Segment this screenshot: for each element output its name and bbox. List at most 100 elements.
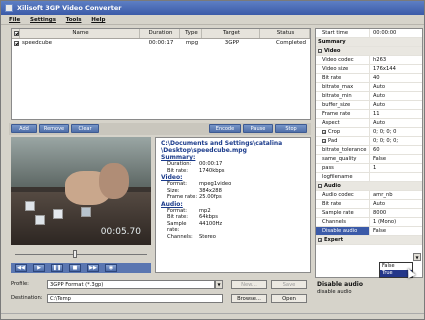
header-target[interactable]: Target (202, 29, 260, 38)
property-value[interactable]: 1 (370, 164, 422, 172)
collapse-icon[interactable]: - (318, 48, 322, 53)
property-row[interactable]: buffer_size Auto (316, 101, 422, 110)
property-value[interactable]: False (370, 227, 422, 235)
row-duration: 00:00:17 (148, 40, 174, 46)
stop-button[interactable]: Stop (275, 124, 307, 133)
stop-icon[interactable]: ■ (69, 264, 81, 272)
menu-file[interactable]: File (9, 15, 20, 25)
property-row[interactable]: Video codec h263 (316, 56, 422, 65)
property-name-text: Sample rate (322, 210, 354, 216)
property-value[interactable]: 8000 (370, 209, 422, 217)
property-row[interactable]: Audio codec amr_nb (316, 191, 422, 200)
property-name: Video codec (316, 56, 370, 64)
property-name-text: Pad (328, 138, 338, 144)
seek-handle[interactable] (72, 250, 77, 258)
property-value[interactable]: 176x144 (370, 65, 422, 73)
property-value[interactable]: h263 (370, 56, 422, 64)
save-profile-button[interactable]: Save (271, 280, 307, 289)
property-row[interactable]: Video size 176x144 (316, 65, 422, 74)
properties-grid: Start time 00:00:00 Summary - Video Video cod… (315, 28, 423, 278)
property-value[interactable]: 40 (370, 74, 422, 82)
property-value[interactable]: 0; 0; 0; 0 (370, 128, 422, 136)
property-category[interactable]: - Audio (316, 182, 422, 191)
header-check[interactable] (12, 29, 20, 38)
property-value[interactable]: 0; 0; 0; 0; (370, 137, 422, 145)
open-button[interactable]: Open (271, 294, 307, 303)
header-checkbox[interactable] (14, 31, 19, 36)
property-row[interactable]: + Crop 0; 0; 0; 0 (316, 128, 422, 137)
property-row[interactable]: Frame rate 11 (316, 110, 422, 119)
property-name: + Expert (316, 236, 422, 244)
property-row[interactable]: bitrate_min Auto (316, 92, 422, 101)
new-profile-button[interactable]: New... (231, 280, 267, 289)
title-bar: Xilisoft 3GP Video Converter (1, 1, 424, 15)
property-name-text: Video (324, 48, 341, 54)
menu-help[interactable]: Help (91, 15, 105, 25)
property-row[interactable]: logfilename (316, 173, 422, 182)
property-value[interactable]: Auto (370, 200, 422, 208)
property-row[interactable]: Bit rate Auto (316, 200, 422, 209)
property-value[interactable]: 1 (Mono) (370, 218, 422, 226)
property-name-text: Bit rate (322, 75, 342, 81)
property-value[interactable]: 11 (370, 110, 422, 118)
property-row[interactable]: Start time 00:00:00 (316, 29, 422, 38)
forward-icon[interactable]: ▶▶ (87, 264, 99, 272)
property-name-text: logfilename (322, 174, 353, 180)
property-category[interactable]: Summary (316, 38, 422, 47)
clear-button[interactable]: Clear (71, 124, 99, 133)
property-row[interactable]: bitrate_tolerance 60 (316, 146, 422, 155)
property-value[interactable]: False (370, 155, 422, 163)
video-heading: Video: (161, 174, 183, 181)
encode-button[interactable]: Encode (209, 124, 241, 133)
pause-icon[interactable]: ❚❚ (51, 264, 63, 272)
property-row[interactable]: same_quality False (316, 155, 422, 164)
property-row[interactable]: bitrate_max Auto (316, 83, 422, 92)
property-value[interactable]: Auto (370, 101, 422, 109)
header-name[interactable]: Name (20, 29, 140, 38)
property-value[interactable]: Auto (370, 83, 422, 91)
browse-button[interactable]: Browse... (231, 294, 267, 303)
profile-select[interactable]: 3GPP Format (*.3gp) (47, 280, 215, 289)
property-row[interactable]: Sample rate 8000 (316, 209, 422, 218)
seek-track[interactable] (15, 254, 147, 255)
property-row[interactable]: Aspect Auto (316, 119, 422, 128)
header-status[interactable]: Status (260, 29, 310, 38)
row-checkbox[interactable] (14, 41, 19, 46)
property-value[interactable]: Auto (370, 92, 422, 100)
menu-settings[interactable]: Settings (30, 15, 56, 25)
add-button[interactable]: Add (11, 124, 37, 133)
expand-icon[interactable]: + (318, 237, 322, 242)
property-value[interactable]: amr_nb (370, 191, 422, 199)
player-controls: ◀◀ ▶ ❚❚ ■ ▶▶ ◉ (11, 263, 151, 273)
collapse-icon[interactable]: - (318, 183, 322, 188)
property-row[interactable]: + Pad 0; 0; 0; 0; (316, 137, 422, 146)
property-value[interactable] (370, 173, 422, 181)
property-value[interactable]: Auto (370, 119, 422, 127)
chevron-down-icon[interactable]: ▼ (413, 253, 421, 261)
property-row[interactable]: Channels 1 (Mono) (316, 218, 422, 227)
property-row[interactable]: Disable audio False (316, 227, 422, 236)
property-value[interactable]: 00:00:00 (370, 29, 422, 37)
property-row[interactable]: Bit rate 40 (316, 74, 422, 83)
remove-button[interactable]: Remove (39, 124, 69, 133)
property-category[interactable]: - Video (316, 47, 422, 56)
table-row[interactable]: speedcube 00:00:17 mpg 3GPP Completed (12, 39, 310, 47)
description-text: disable audio (317, 289, 352, 295)
expand-icon[interactable]: + (322, 138, 326, 143)
menu-tools[interactable]: Tools (66, 15, 82, 25)
snapshot-icon[interactable]: ◉ (105, 264, 117, 272)
row-check[interactable] (12, 39, 20, 47)
property-category[interactable]: + Expert (316, 236, 422, 245)
destination-input[interactable]: C:\Temp (47, 294, 223, 303)
header-duration[interactable]: Duration (140, 29, 180, 38)
property-row[interactable]: pass 1 (316, 164, 422, 173)
pause-button[interactable]: Pause (243, 124, 273, 133)
expand-icon[interactable]: + (322, 129, 326, 134)
header-type[interactable]: Type (180, 29, 202, 38)
play-icon[interactable]: ▶ (33, 264, 45, 272)
property-value[interactable]: 60 (370, 146, 422, 154)
property-description: Disable audio disable audio (315, 279, 423, 315)
chevron-down-icon[interactable]: ▼ (215, 280, 223, 289)
seek-bar[interactable] (11, 247, 151, 261)
rewind-icon[interactable]: ◀◀ (15, 264, 27, 272)
